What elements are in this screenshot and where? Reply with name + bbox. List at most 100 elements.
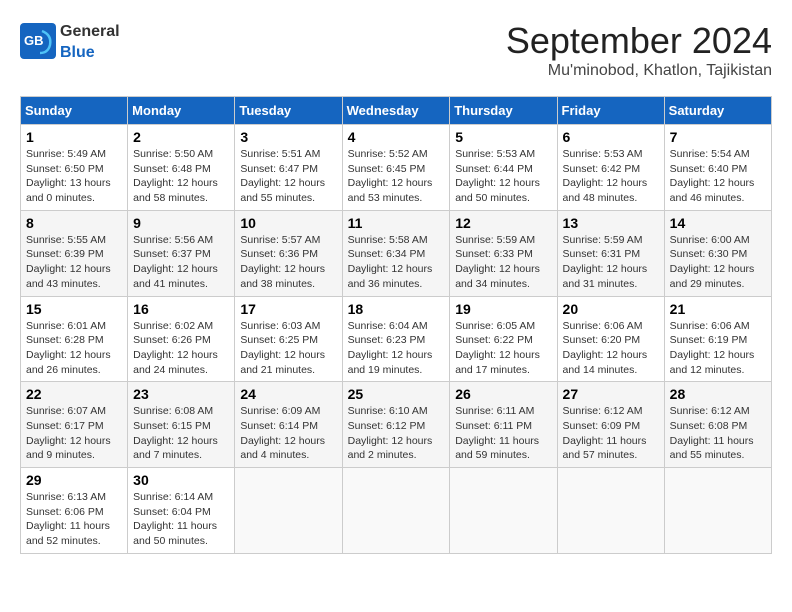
day-info: Sunrise: 6:10 AM Sunset: 6:12 PM Dayligh… — [348, 404, 445, 463]
calendar-week-row: 1 Sunrise: 5:49 AM Sunset: 6:50 PM Daylig… — [21, 125, 772, 211]
day-info: Sunrise: 6:05 AM Sunset: 6:22 PM Dayligh… — [455, 319, 551, 378]
header-saturday: Saturday — [664, 97, 771, 125]
day-info: Sunrise: 5:56 AM Sunset: 6:37 PM Dayligh… — [133, 233, 229, 292]
calendar-day-cell: 29 Sunrise: 6:13 AM Sunset: 6:06 PM Dayli… — [21, 468, 128, 554]
calendar-week-row: 8Sunrise: 5:55 AM Sunset: 6:39 PM Daylig… — [21, 210, 772, 296]
calendar-day-cell: 26Sunrise: 6:11 AM Sunset: 6:11 PM Dayli… — [450, 382, 557, 468]
day-info: Sunrise: 6:06 AM Sunset: 6:19 PM Dayligh… — [670, 319, 766, 378]
calendar-day-cell: 22 Sunrise: 6:07 AM Sunset: 6:17 PM Dayli… — [21, 382, 128, 468]
day-number: 22 — [26, 386, 122, 402]
svg-text:GB: GB — [24, 33, 44, 48]
day-info: Sunrise: 5:53 AM Sunset: 6:42 PM Dayligh… — [563, 147, 659, 206]
day-number: 4 — [348, 129, 445, 145]
calendar-day-cell: 6Sunrise: 5:53 AM Sunset: 6:42 PM Daylig… — [557, 125, 664, 211]
day-info: Sunrise: 5:55 AM Sunset: 6:39 PM Dayligh… — [26, 233, 122, 292]
day-info: Sunrise: 6:03 AM Sunset: 6:25 PM Dayligh… — [240, 319, 336, 378]
day-number: 7 — [670, 129, 766, 145]
day-number: 13 — [563, 215, 659, 231]
day-number: 15 — [26, 301, 122, 317]
day-info: Sunrise: 6:12 AM Sunset: 6:09 PM Dayligh… — [563, 404, 659, 463]
day-info: Sunrise: 6:04 AM Sunset: 6:23 PM Dayligh… — [348, 319, 445, 378]
calendar-day-cell: 9 Sunrise: 5:56 AM Sunset: 6:37 PM Daylig… — [128, 210, 235, 296]
calendar-day-cell: 16Sunrise: 6:02 AM Sunset: 6:26 PM Dayli… — [128, 296, 235, 382]
header-friday: Friday — [557, 97, 664, 125]
calendar-day-cell: 2 Sunrise: 5:50 AM Sunset: 6:48 PM Daylig… — [128, 125, 235, 211]
calendar-day-cell: 5 Sunrise: 5:53 AM Sunset: 6:44 PM Daylig… — [450, 125, 557, 211]
day-info: Sunrise: 5:52 AM Sunset: 6:45 PM Dayligh… — [348, 147, 445, 206]
day-number: 23 — [133, 386, 229, 402]
calendar-day-cell: 7 Sunrise: 5:54 AM Sunset: 6:40 PM Daylig… — [664, 125, 771, 211]
day-number: 28 — [670, 386, 766, 402]
day-number: 24 — [240, 386, 336, 402]
calendar-week-row: 29 Sunrise: 6:13 AM Sunset: 6:06 PM Dayli… — [21, 468, 772, 554]
day-info: Sunrise: 6:12 AM Sunset: 6:08 PM Dayligh… — [670, 404, 766, 463]
day-info: Sunrise: 5:53 AM Sunset: 6:44 PM Dayligh… — [455, 147, 551, 206]
day-info: Sunrise: 5:54 AM Sunset: 6:40 PM Dayligh… — [670, 147, 766, 206]
calendar-day-cell: 13 Sunrise: 5:59 AM Sunset: 6:31 PM Dayli… — [557, 210, 664, 296]
day-info: Sunrise: 5:51 AM Sunset: 6:47 PM Dayligh… — [240, 147, 336, 206]
calendar-empty-cell — [450, 468, 557, 554]
title-block: September 2024 Mu'minobod, Khatlon, Taji… — [506, 20, 772, 80]
calendar-day-cell: 12 Sunrise: 5:59 AM Sunset: 6:33 PM Dayli… — [450, 210, 557, 296]
day-info: Sunrise: 6:13 AM Sunset: 6:06 PM Dayligh… — [26, 490, 122, 549]
day-number: 12 — [455, 215, 551, 231]
day-number: 19 — [455, 301, 551, 317]
day-info: Sunrise: 5:49 AM Sunset: 6:50 PM Dayligh… — [26, 147, 122, 206]
calendar-week-row: 22 Sunrise: 6:07 AM Sunset: 6:17 PM Dayli… — [21, 382, 772, 468]
day-number: 21 — [670, 301, 766, 317]
calendar-day-cell: 11Sunrise: 5:58 AM Sunset: 6:34 PM Dayli… — [342, 210, 450, 296]
day-number: 18 — [348, 301, 445, 317]
day-number: 10 — [240, 215, 336, 231]
day-number: 2 — [133, 129, 229, 145]
day-info: Sunrise: 5:59 AM Sunset: 6:33 PM Dayligh… — [455, 233, 551, 292]
day-info: Sunrise: 6:14 AM Sunset: 6:04 PM Dayligh… — [133, 490, 229, 549]
calendar-empty-cell — [557, 468, 664, 554]
header-sunday: Sunday — [21, 97, 128, 125]
calendar-day-cell: 17 Sunrise: 6:03 AM Sunset: 6:25 PM Dayli… — [235, 296, 342, 382]
calendar-day-cell: 3 Sunrise: 5:51 AM Sunset: 6:47 PM Daylig… — [235, 125, 342, 211]
day-number: 3 — [240, 129, 336, 145]
calendar-day-cell: 8Sunrise: 5:55 AM Sunset: 6:39 PM Daylig… — [21, 210, 128, 296]
page-header: GB General Blue September 2024 Mu'minobo… — [20, 20, 772, 80]
day-info: Sunrise: 5:58 AM Sunset: 6:34 PM Dayligh… — [348, 233, 445, 292]
calendar-day-cell: 30 Sunrise: 6:14 AM Sunset: 6:04 PM Dayli… — [128, 468, 235, 554]
day-number: 5 — [455, 129, 551, 145]
calendar-empty-cell — [342, 468, 450, 554]
calendar-table: SundayMondayTuesdayWednesdayThursdayFrid… — [20, 96, 772, 554]
day-info: Sunrise: 5:59 AM Sunset: 6:31 PM Dayligh… — [563, 233, 659, 292]
day-info: Sunrise: 6:09 AM Sunset: 6:14 PM Dayligh… — [240, 404, 336, 463]
calendar-day-cell: 1 Sunrise: 5:49 AM Sunset: 6:50 PM Daylig… — [21, 125, 128, 211]
calendar-day-cell: 27 Sunrise: 6:12 AM Sunset: 6:09 PM Dayli… — [557, 382, 664, 468]
calendar-day-cell: 4 Sunrise: 5:52 AM Sunset: 6:45 PM Daylig… — [342, 125, 450, 211]
day-number: 20 — [563, 301, 659, 317]
calendar-day-cell: 24 Sunrise: 6:09 AM Sunset: 6:14 PM Dayli… — [235, 382, 342, 468]
calendar-empty-cell — [235, 468, 342, 554]
day-number: 1 — [26, 129, 122, 145]
logo-blue: Blue — [60, 44, 95, 61]
day-info: Sunrise: 6:07 AM Sunset: 6:17 PM Dayligh… — [26, 404, 122, 463]
day-number: 30 — [133, 472, 229, 488]
day-info: Sunrise: 6:00 AM Sunset: 6:30 PM Dayligh… — [670, 233, 766, 292]
day-info: Sunrise: 5:50 AM Sunset: 6:48 PM Dayligh… — [133, 147, 229, 206]
calendar-week-row: 15Sunrise: 6:01 AM Sunset: 6:28 PM Dayli… — [21, 296, 772, 382]
logo: GB General Blue — [20, 20, 120, 62]
calendar-day-cell: 21 Sunrise: 6:06 AM Sunset: 6:19 PM Dayli… — [664, 296, 771, 382]
day-number: 27 — [563, 386, 659, 402]
calendar-day-cell: 14 Sunrise: 6:00 AM Sunset: 6:30 PM Dayli… — [664, 210, 771, 296]
logo-icon: GB — [20, 23, 56, 59]
day-number: 14 — [670, 215, 766, 231]
logo-general: General — [60, 23, 120, 40]
day-number: 9 — [133, 215, 229, 231]
location: Mu'minobod, Khatlon, Tajikistan — [506, 62, 772, 80]
day-number: 17 — [240, 301, 336, 317]
day-info: Sunrise: 5:57 AM Sunset: 6:36 PM Dayligh… — [240, 233, 336, 292]
day-number: 29 — [26, 472, 122, 488]
header-thursday: Thursday — [450, 97, 557, 125]
calendar-header-row: SundayMondayTuesdayWednesdayThursdayFrid… — [21, 97, 772, 125]
header-monday: Monday — [128, 97, 235, 125]
calendar-day-cell: 19 Sunrise: 6:05 AM Sunset: 6:22 PM Dayli… — [450, 296, 557, 382]
calendar-day-cell: 25Sunrise: 6:10 AM Sunset: 6:12 PM Dayli… — [342, 382, 450, 468]
calendar-day-cell: 20Sunrise: 6:06 AM Sunset: 6:20 PM Dayli… — [557, 296, 664, 382]
day-info: Sunrise: 6:08 AM Sunset: 6:15 PM Dayligh… — [133, 404, 229, 463]
calendar-day-cell: 28 Sunrise: 6:12 AM Sunset: 6:08 PM Dayli… — [664, 382, 771, 468]
